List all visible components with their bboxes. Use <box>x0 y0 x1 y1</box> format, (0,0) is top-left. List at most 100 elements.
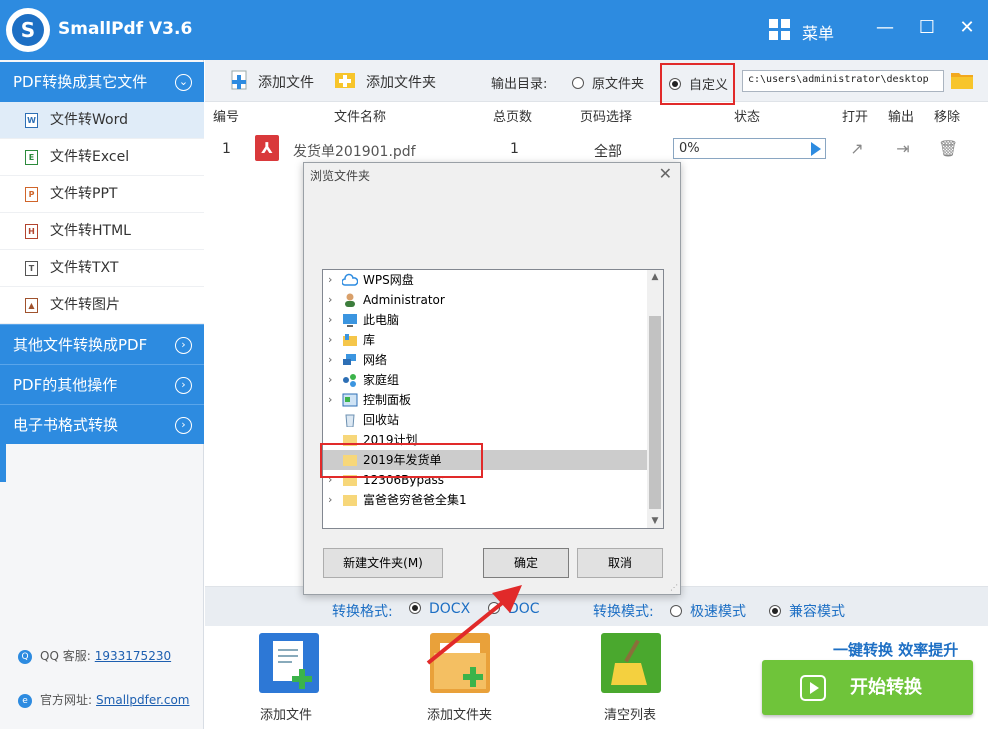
sidebar-category-label: PDF转换成其它文件 <box>13 73 148 91</box>
expand-icon[interactable]: › <box>328 310 332 330</box>
dialog-close-icon[interactable]: ✕ <box>659 164 672 183</box>
row-index: 1 <box>222 141 231 157</box>
output-path-input[interactable]: c:\users\administrator\desktop <box>742 70 944 92</box>
tree-item-label: 网络 <box>363 353 388 367</box>
mode-compat-label: 兼容模式 <box>789 604 845 620</box>
dialog-title: 浏览文件夹 <box>310 169 371 183</box>
browse-folder-icon[interactable] <box>950 70 974 90</box>
mode-compat-radio[interactable]: 兼容模式 <box>769 601 845 621</box>
col-open: 打开 <box>842 110 869 125</box>
selection-highlight-box <box>320 443 483 478</box>
tree-item-administrator[interactable]: › Administrator <box>323 290 648 310</box>
tree-item-homegroup[interactable]: › 家庭组 <box>323 370 648 390</box>
expand-icon[interactable]: › <box>328 390 332 410</box>
cancel-button[interactable]: 取消 <box>577 548 663 578</box>
sidebar-item-excel[interactable]: E 文件转Excel <box>0 139 204 176</box>
expand-icon[interactable]: › <box>328 270 332 290</box>
sidebar-item-txt[interactable]: T 文件转TXT <box>0 250 204 287</box>
col-pages: 总页数 <box>493 110 533 125</box>
add-file-large-label[interactable]: 添加文件 <box>260 704 312 723</box>
app-title: SmallPdf V3.6 <box>58 19 193 39</box>
radio-checked-icon <box>669 78 681 90</box>
minimize-button[interactable]: — <box>873 16 897 40</box>
expand-icon[interactable]: › <box>328 350 332 370</box>
radio-original-folder[interactable]: 原文件夹 <box>572 73 644 92</box>
expand-icon[interactable]: › <box>328 370 332 390</box>
play-icon <box>800 675 826 701</box>
expand-icon[interactable]: › <box>328 290 332 310</box>
sidebar-item-ppt[interactable]: P 文件转PPT <box>0 176 204 213</box>
radio-original-label: 原文件夹 <box>592 77 645 92</box>
sidebar-item-label: 文件转Word <box>50 112 128 128</box>
col-filename: 文件名称 <box>334 110 387 125</box>
mode-label: 转换模式: <box>593 604 654 620</box>
qq-label: QQ 客服: <box>40 649 91 663</box>
output-icon[interactable]: ⇥ <box>893 139 913 159</box>
site-link[interactable]: Smallpdfer.com <box>96 693 189 707</box>
sidebar-category-other-to-pdf[interactable]: 其他文件转换成PDF › <box>0 324 204 364</box>
radio-icon <box>572 77 584 89</box>
network-icon <box>343 354 356 365</box>
expand-icon[interactable]: › <box>328 330 332 350</box>
new-folder-button[interactable]: 新建文件夹(M) <box>323 548 443 578</box>
resize-grip-icon[interactable]: ⋰ <box>670 583 678 592</box>
clear-list-label[interactable]: 清空列表 <box>604 704 656 723</box>
mode-fast-label: 极速模式 <box>690 604 746 620</box>
tree-item-recycle-bin[interactable]: 回收站 <box>323 410 648 430</box>
tree-item-this-pc[interactable]: › 此电脑 <box>323 310 648 330</box>
scroll-down-icon[interactable]: ▼ <box>647 516 663 526</box>
add-folder-large-label[interactable]: 添加文件夹 <box>427 704 492 723</box>
ok-button[interactable]: 确定 <box>483 548 569 578</box>
menu-grid-icon[interactable] <box>769 19 791 41</box>
ie-icon: e <box>18 693 32 708</box>
close-button[interactable]: ✕ <box>955 16 979 40</box>
add-file-icon <box>231 70 247 90</box>
tree-item-library[interactable]: › 库 <box>323 330 648 350</box>
sidebar-item-image[interactable]: ▲ 文件转图片 <box>0 287 204 324</box>
row-page-range[interactable]: 全部 <box>594 141 622 161</box>
sidebar-category-pdf-to-other[interactable]: PDF转换成其它文件 ⌄ <box>0 62 204 102</box>
chevron-right-icon: › <box>175 337 192 354</box>
sidebar-category-pdf-ops[interactable]: PDF的其他操作 › <box>0 364 204 404</box>
app-logo: S <box>6 8 50 52</box>
trash-icon[interactable]: 🗑 <box>938 139 958 159</box>
radio-icon <box>670 605 682 617</box>
menu-button[interactable]: 菜单 <box>802 20 834 44</box>
word-file-icon: W <box>25 113 38 128</box>
ppt-file-icon: P <box>25 187 38 202</box>
toolbar: 添加文件 添加文件夹 输出目录: 原文件夹 自定义 c:\users\admin… <box>205 60 988 105</box>
col-index: 编号 <box>213 110 240 125</box>
scroll-thumb[interactable] <box>649 316 661 509</box>
tree-item-label: WPS网盘 <box>363 273 414 287</box>
maximize-button[interactable]: ☐ <box>915 16 939 40</box>
radio-custom-folder[interactable]: 自定义 <box>660 63 735 105</box>
sidebar-item-html[interactable]: H 文件转HTML <box>0 213 204 250</box>
tree-item-wps[interactable]: › WPS网盘 <box>323 270 648 290</box>
qq-link[interactable]: 1933175230 <box>95 649 171 663</box>
scroll-up-icon[interactable]: ▲ <box>647 272 663 282</box>
add-folder-button[interactable]: 添加文件夹 <box>334 72 436 92</box>
expand-icon[interactable]: › <box>328 490 332 510</box>
control-panel-icon <box>342 393 358 407</box>
sidebar-category-label: PDF的其他操作 <box>13 376 118 394</box>
tree-item-control-panel[interactable]: › 控制面板 <box>323 390 648 410</box>
sidebar-item-word[interactable]: W 文件转Word <box>0 102 204 139</box>
mode-fast-radio[interactable]: 极速模式 <box>670 601 746 621</box>
open-external-icon[interactable]: ↗ <box>847 139 867 159</box>
tree-item-network[interactable]: › 网络 <box>323 350 648 370</box>
table-header: 编号 文件名称 总页数 页码选择 状态 打开 输出 移除 <box>205 103 988 125</box>
output-dir-label: 输出目录: <box>491 77 548 92</box>
slogan: 一键转换 效率提升 <box>833 641 959 659</box>
start-convert-button[interactable]: 开始转换 <box>762 660 973 715</box>
tree-scrollbar[interactable]: ▲ ▼ <box>647 270 663 528</box>
html-file-icon: H <box>25 224 38 239</box>
folder-tree[interactable]: › WPS网盘 › Administrator › 此电脑 › 库 › 网络 ›… <box>322 269 664 529</box>
add-file-button[interactable]: 添加文件 <box>230 70 314 92</box>
add-file-large-icon[interactable] <box>259 633 319 693</box>
tree-item-rich-dad[interactable]: › 富爸爸穷爸爸全集1 <box>323 490 648 510</box>
broom-clear-icon[interactable] <box>601 633 661 693</box>
play-icon[interactable] <box>811 142 821 156</box>
row-pages: 1 <box>510 141 519 157</box>
pdf-file-icon: ⅄ <box>255 135 279 161</box>
sidebar-category-ebook[interactable]: 电子书格式转换 › <box>0 404 204 444</box>
